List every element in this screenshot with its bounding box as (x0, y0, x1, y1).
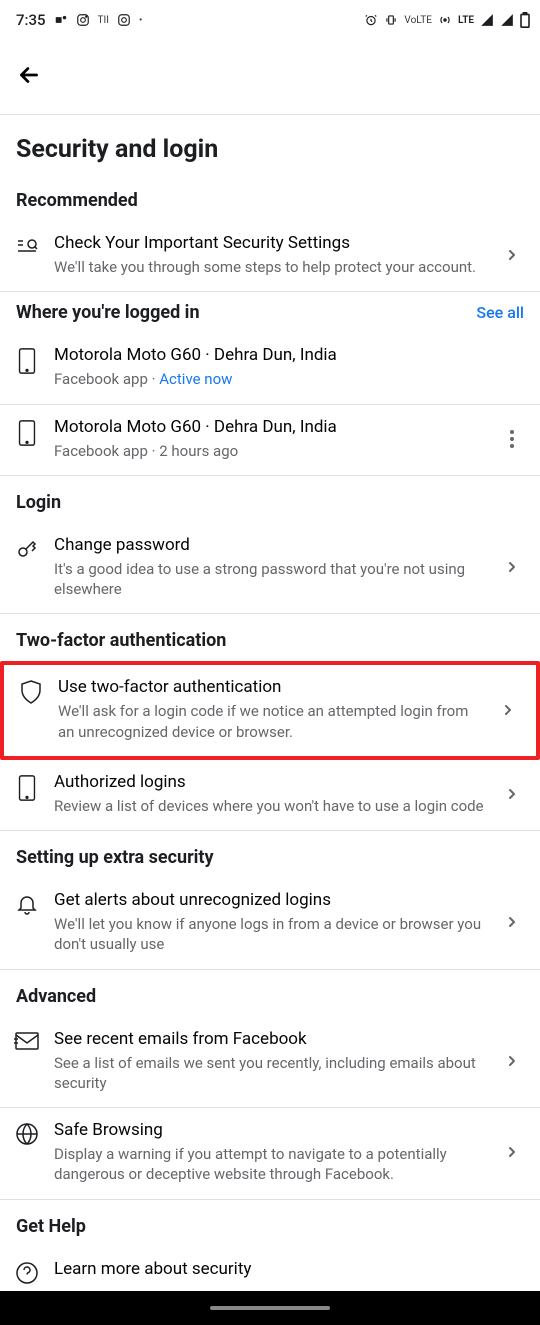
phone-icon (17, 774, 37, 802)
where-logged-in-heading: Where you're logged in (16, 302, 200, 323)
device-subtitle: Facebook app · 2 hours ago (54, 441, 484, 461)
use-2fa-subtitle: We'll ask for a login code if we notice … (58, 701, 480, 742)
chevron-right-icon (498, 1144, 526, 1160)
signal-icon-2 (500, 13, 514, 27)
learn-more-title: Learn more about security (54, 1259, 526, 1279)
authorized-logins-row[interactable]: Authorized logins Review a list of devic… (0, 760, 540, 831)
vibrate-icon (384, 13, 398, 27)
recent-emails-title: See recent emails from Facebook (54, 1029, 484, 1049)
key-icon (15, 537, 39, 561)
safe-browsing-row[interactable]: Safe Browsing Display a warning if you a… (0, 1108, 540, 1200)
recent-emails-row[interactable]: See recent emails from Facebook See a li… (0, 1017, 540, 1109)
authorized-logins-title: Authorized logins (54, 772, 484, 792)
nav-handle[interactable] (210, 1306, 330, 1310)
logged-in-device-row-1[interactable]: Motorola Moto G60 · Dehra Dun, India Fac… (0, 333, 540, 403)
signal-icon-1 (480, 13, 494, 27)
change-password-subtitle: It's a good idea to use a strong passwor… (54, 559, 484, 600)
chevron-right-icon (498, 1053, 526, 1069)
change-password-title: Change password (54, 535, 484, 555)
dot-indicator: • (139, 15, 142, 26)
bell-icon (15, 892, 39, 916)
status-left: 7:35 TII • (16, 11, 142, 29)
device-title: Motorola Moto G60 · Dehra Dun, India (54, 345, 526, 365)
chevron-right-icon (498, 247, 526, 263)
checklist-search-icon (15, 235, 39, 259)
chevron-right-icon (494, 702, 522, 718)
globe-icon (15, 1122, 39, 1146)
use-two-factor-row[interactable]: Use two-factor authentication We'll ask … (0, 661, 540, 760)
lte-indicator: LTE (458, 15, 474, 26)
section-heading-login: Login (0, 476, 540, 523)
instagram-icon (76, 13, 90, 27)
section-heading-two-factor: Two-factor authentication (0, 614, 540, 661)
section-heading-where-logged-in: Where you're logged in See all (0, 292, 540, 333)
alerts-row[interactable]: Get alerts about unrecognized logins We'… (0, 878, 540, 970)
more-options-button[interactable] (498, 429, 526, 449)
tii-indicator: TII (98, 15, 109, 26)
hotspot-icon (438, 13, 452, 27)
section-heading-extra-security: Setting up extra security (0, 831, 540, 878)
back-arrow-icon (16, 62, 42, 88)
recent-emails-subtitle: See a list of emails we sent you recentl… (54, 1053, 484, 1094)
status-time: 7:35 (16, 11, 46, 29)
question-icon (15, 1261, 39, 1285)
section-heading-advanced: Advanced (0, 970, 540, 1017)
check-security-settings-row[interactable]: Check Your Important Security Settings W… (0, 221, 540, 292)
see-all-link[interactable]: See all (476, 303, 524, 322)
instagram-icon-2 (117, 13, 131, 27)
envelope-icon (14, 1031, 40, 1051)
alerts-subtitle: We'll let you know if anyone logs in fro… (54, 914, 484, 955)
status-right: VoLTE LTE (364, 12, 530, 28)
section-heading-recommended: Recommended (0, 186, 540, 221)
use-2fa-title: Use two-factor authentication (58, 677, 480, 697)
safe-browsing-subtitle: Display a warning if you attempt to navi… (54, 1144, 484, 1185)
check-security-title: Check Your Important Security Settings (54, 233, 484, 253)
chevron-right-icon (498, 786, 526, 802)
alerts-title: Get alerts about unrecognized logins (54, 890, 484, 910)
safe-browsing-title: Safe Browsing (54, 1120, 484, 1140)
back-button[interactable] (16, 58, 524, 106)
gesture-nav-bar (0, 1291, 540, 1325)
device-subtitle: Facebook app · Active now (54, 369, 526, 389)
authorized-logins-subtitle: Review a list of devices where you won't… (54, 796, 484, 816)
chevron-right-icon (498, 559, 526, 575)
page-title: Security and login (0, 115, 540, 186)
phone-icon (17, 419, 37, 447)
check-security-subtitle: We'll take you through some steps to hel… (54, 257, 484, 277)
teams-icon (54, 13, 68, 27)
status-bar: 7:35 TII • VoLTE LTE (0, 0, 540, 40)
alarm-icon (364, 13, 378, 27)
section-heading-get-help: Get Help (0, 1200, 540, 1247)
header (0, 40, 540, 114)
change-password-row[interactable]: Change password It's a good idea to use … (0, 523, 540, 615)
volte-indicator: VoLTE (404, 15, 432, 26)
device-title: Motorola Moto G60 · Dehra Dun, India (54, 417, 484, 437)
chevron-right-icon (498, 914, 526, 930)
phone-icon (17, 347, 37, 375)
battery-icon (520, 12, 530, 28)
shield-icon (19, 679, 43, 705)
logged-in-device-row-2[interactable]: Motorola Moto G60 · Dehra Dun, India Fac… (0, 405, 540, 476)
learn-more-security-row[interactable]: Learn more about security (0, 1247, 540, 1291)
